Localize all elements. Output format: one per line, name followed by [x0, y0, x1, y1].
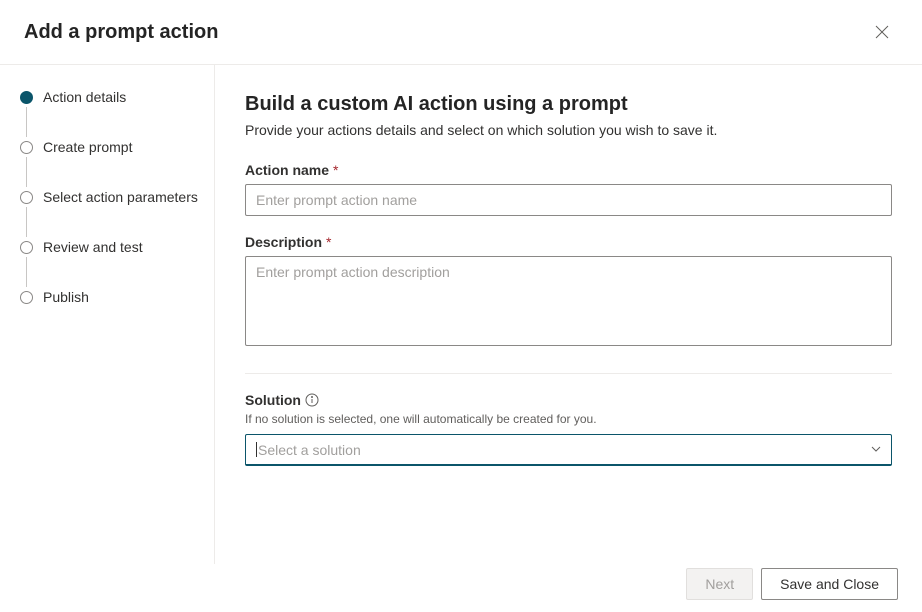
description-field: Description *: [245, 234, 892, 349]
action-name-field: Action name *: [245, 162, 892, 216]
step-publish[interactable]: Publish: [20, 289, 202, 305]
step-select-action-parameters[interactable]: Select action parameters: [20, 189, 202, 239]
page-subtitle: Provide your actions details and select …: [245, 122, 892, 138]
dialog-header: Add a prompt action: [0, 0, 922, 65]
description-input[interactable]: [245, 256, 892, 346]
page-title: Build a custom AI action using a prompt: [245, 93, 892, 116]
required-mark: *: [326, 234, 331, 250]
solution-select-placeholder: Select a solution: [258, 442, 361, 458]
step-action-details[interactable]: Action details: [20, 89, 202, 139]
solution-help-text: If no solution is selected, one will aut…: [245, 412, 892, 426]
description-label: Description *: [245, 234, 892, 250]
solution-label: Solution: [245, 392, 892, 408]
step-create-prompt[interactable]: Create prompt: [20, 139, 202, 189]
next-button[interactable]: Next: [686, 568, 753, 600]
solution-select-wrap: Select a solution: [245, 434, 892, 466]
step-indicator-icon: [20, 241, 33, 254]
save-and-close-button[interactable]: Save and Close: [761, 568, 898, 600]
required-mark: *: [333, 162, 338, 178]
close-icon: [875, 25, 889, 39]
steps-list: Action details Create prompt Select acti…: [20, 89, 202, 305]
step-indicator-icon: [20, 91, 33, 104]
step-label: Publish: [43, 289, 89, 305]
steps-sidebar: Action details Create prompt Select acti…: [0, 65, 215, 564]
step-label: Create prompt: [43, 139, 132, 155]
dialog-footer: Next Save and Close: [216, 556, 922, 612]
step-indicator-icon: [20, 191, 33, 204]
action-name-input[interactable]: [245, 184, 892, 216]
solution-select[interactable]: Select a solution: [245, 434, 892, 466]
text-cursor-icon: [256, 442, 257, 457]
close-button[interactable]: [866, 16, 898, 48]
info-icon[interactable]: [305, 393, 319, 407]
main-content: Build a custom AI action using a prompt …: [215, 65, 922, 564]
step-review-and-test[interactable]: Review and test: [20, 239, 202, 289]
step-label: Select action parameters: [43, 189, 198, 205]
solution-field: Solution If no solution is selected, one…: [245, 392, 892, 466]
step-indicator-icon: [20, 291, 33, 304]
step-indicator-icon: [20, 141, 33, 154]
section-divider: [245, 373, 892, 374]
dialog-body: Action details Create prompt Select acti…: [0, 65, 922, 564]
step-label: Action details: [43, 89, 126, 105]
dialog-title: Add a prompt action: [24, 21, 218, 44]
action-name-label: Action name *: [245, 162, 892, 178]
step-label: Review and test: [43, 239, 143, 255]
